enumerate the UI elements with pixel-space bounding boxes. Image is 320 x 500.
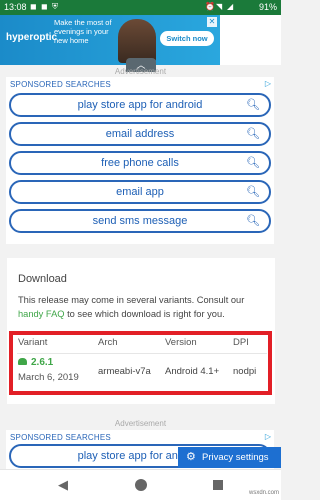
android-icon: [18, 358, 27, 365]
search-icon: 🔍︎: [246, 186, 260, 198]
sponsored-heading: SPONSORED SEARCHES: [10, 80, 111, 89]
column-header-version: Version: [165, 337, 197, 348]
column-header-variant: Variant: [18, 337, 48, 348]
sponsored-searches: SPONSORED SEARCHES ▷ play store app for …: [6, 77, 274, 244]
ad-close-icon[interactable]: ✕: [207, 17, 217, 27]
status-bar: 13:08 ◼ ◼ ⛨ ⏰ ◥ ◢ 91%: [0, 0, 281, 15]
search-icon: 🔍︎: [246, 99, 260, 111]
privacy-settings-button[interactable]: ⚙ Privacy settings: [178, 447, 281, 468]
signal-icon: ◢: [227, 2, 234, 11]
privacy-label: Privacy settings: [202, 452, 269, 463]
search-item-label: free phone calls: [101, 157, 179, 169]
search-item-label: send sms message: [92, 215, 188, 227]
back-icon[interactable]: ◀: [58, 477, 68, 493]
variant-date: March 6, 2019: [18, 372, 79, 383]
adchoices-icon[interactable]: ▷: [265, 432, 271, 441]
sponsored-search-item[interactable]: email app 🔍︎: [9, 180, 271, 204]
app-notification-icon: ◼: [30, 2, 37, 11]
sponsored-heading: SPONSORED SEARCHES: [10, 433, 111, 442]
advertisement-label: Advertisement: [114, 67, 167, 76]
sponsored-search-item[interactable]: email address 🔍︎: [9, 122, 271, 146]
column-header-dpi: DPI: [233, 337, 249, 348]
search-item-label: email address: [105, 128, 175, 140]
download-description: This release may come in several variant…: [18, 295, 245, 319]
ad-brand: hyperoptic: [6, 32, 58, 43]
ad-cta-button[interactable]: Switch now: [160, 31, 214, 46]
wifi-icon: ◥: [216, 2, 223, 11]
watermark: wsxdn.com: [248, 490, 279, 496]
search-item-label: play store app for android: [77, 99, 203, 111]
variant-version-link[interactable]: 2.6.1: [18, 357, 53, 368]
home-icon[interactable]: [135, 479, 147, 491]
variant-arch: armeabi-v7a: [98, 366, 151, 377]
app-notification-icon: ◼: [41, 2, 48, 11]
status-time: 13:08: [4, 2, 27, 12]
column-header-arch: Arch: [98, 337, 118, 348]
download-card: Download This release may come in severa…: [7, 258, 275, 404]
alarm-icon: ⏰: [205, 2, 215, 11]
search-icon: 🔍︎: [246, 157, 260, 169]
shield-icon: ⛨: [52, 2, 58, 11]
advertisement-label: Advertisement: [114, 419, 167, 428]
download-title: Download: [18, 273, 67, 285]
table-divider: [17, 353, 267, 354]
search-icon: 🔍︎: [246, 128, 260, 140]
search-icon: 🔍︎: [246, 215, 260, 227]
search-item-label: email app: [116, 186, 164, 198]
sponsored-search-item[interactable]: free phone calls 🔍︎: [9, 151, 271, 175]
ad-creative[interactable]: hyperoptic Make the most of evenings in …: [0, 15, 220, 65]
gear-icon: ⚙: [186, 451, 196, 463]
ad-tagline: Make the most of evenings in your new ho…: [54, 18, 112, 45]
faq-link[interactable]: handy FAQ: [18, 309, 65, 319]
sponsored-search-item[interactable]: play store app for android 🔍︎: [9, 93, 271, 117]
sponsored-search-item[interactable]: send sms message 🔍︎: [9, 209, 271, 233]
adchoices-icon[interactable]: ▷: [265, 79, 271, 88]
variant-dpi: nodpi: [233, 366, 257, 377]
battery-percent: 91%: [258, 2, 277, 12]
android-nav-bar: ◀ wsxdn.com: [0, 469, 281, 500]
ad-person-image: [118, 19, 156, 63]
recent-apps-icon[interactable]: [213, 480, 223, 490]
variant-min-android: Android 4.1+: [165, 366, 220, 377]
